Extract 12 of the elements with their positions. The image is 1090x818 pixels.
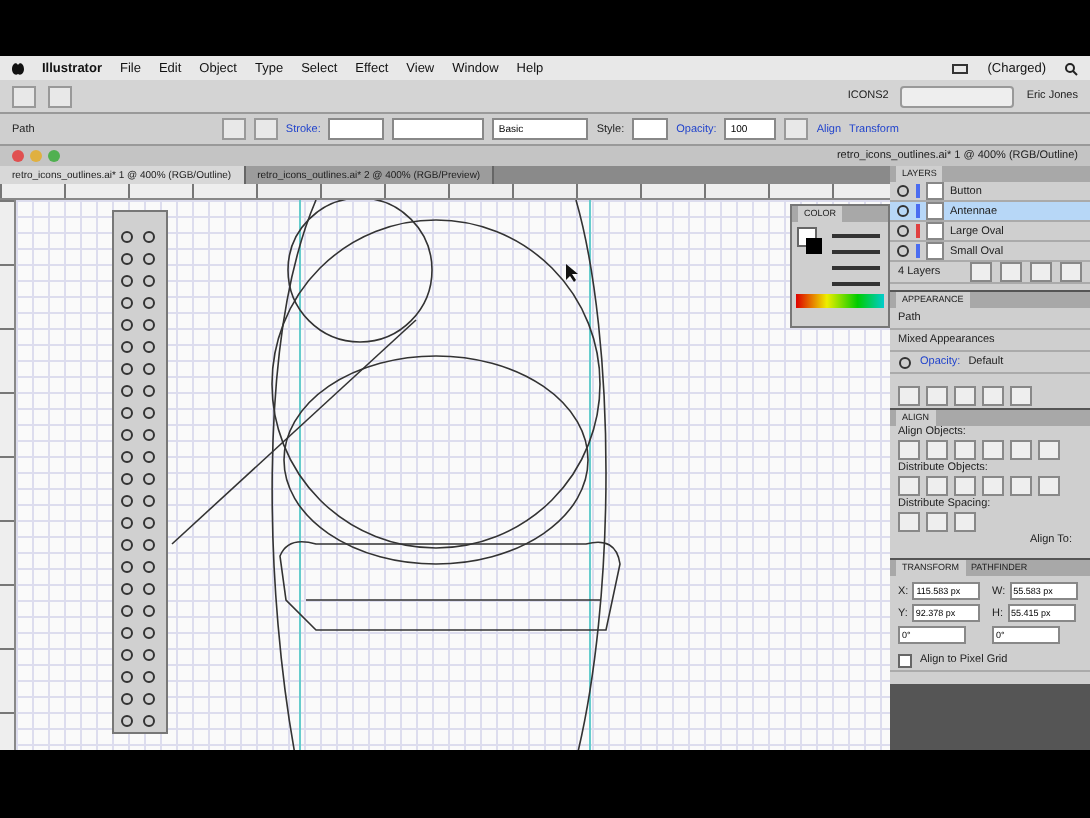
style-dropdown[interactable] [632,118,669,140]
checkbox[interactable] [898,653,912,667]
battery-icon [951,63,970,73]
apple-logo-icon [12,61,24,75]
close-icon[interactable] [12,150,24,162]
zoom-icon[interactable] [48,150,60,162]
stroke-weight-field[interactable] [328,118,385,140]
search-field[interactable] [900,85,1015,107]
pointer-cursor-icon [566,264,578,282]
variable-width-dropdown[interactable] [392,118,485,140]
search-icon[interactable] [1064,61,1078,75]
color-spectrum-icon[interactable] [796,294,884,308]
